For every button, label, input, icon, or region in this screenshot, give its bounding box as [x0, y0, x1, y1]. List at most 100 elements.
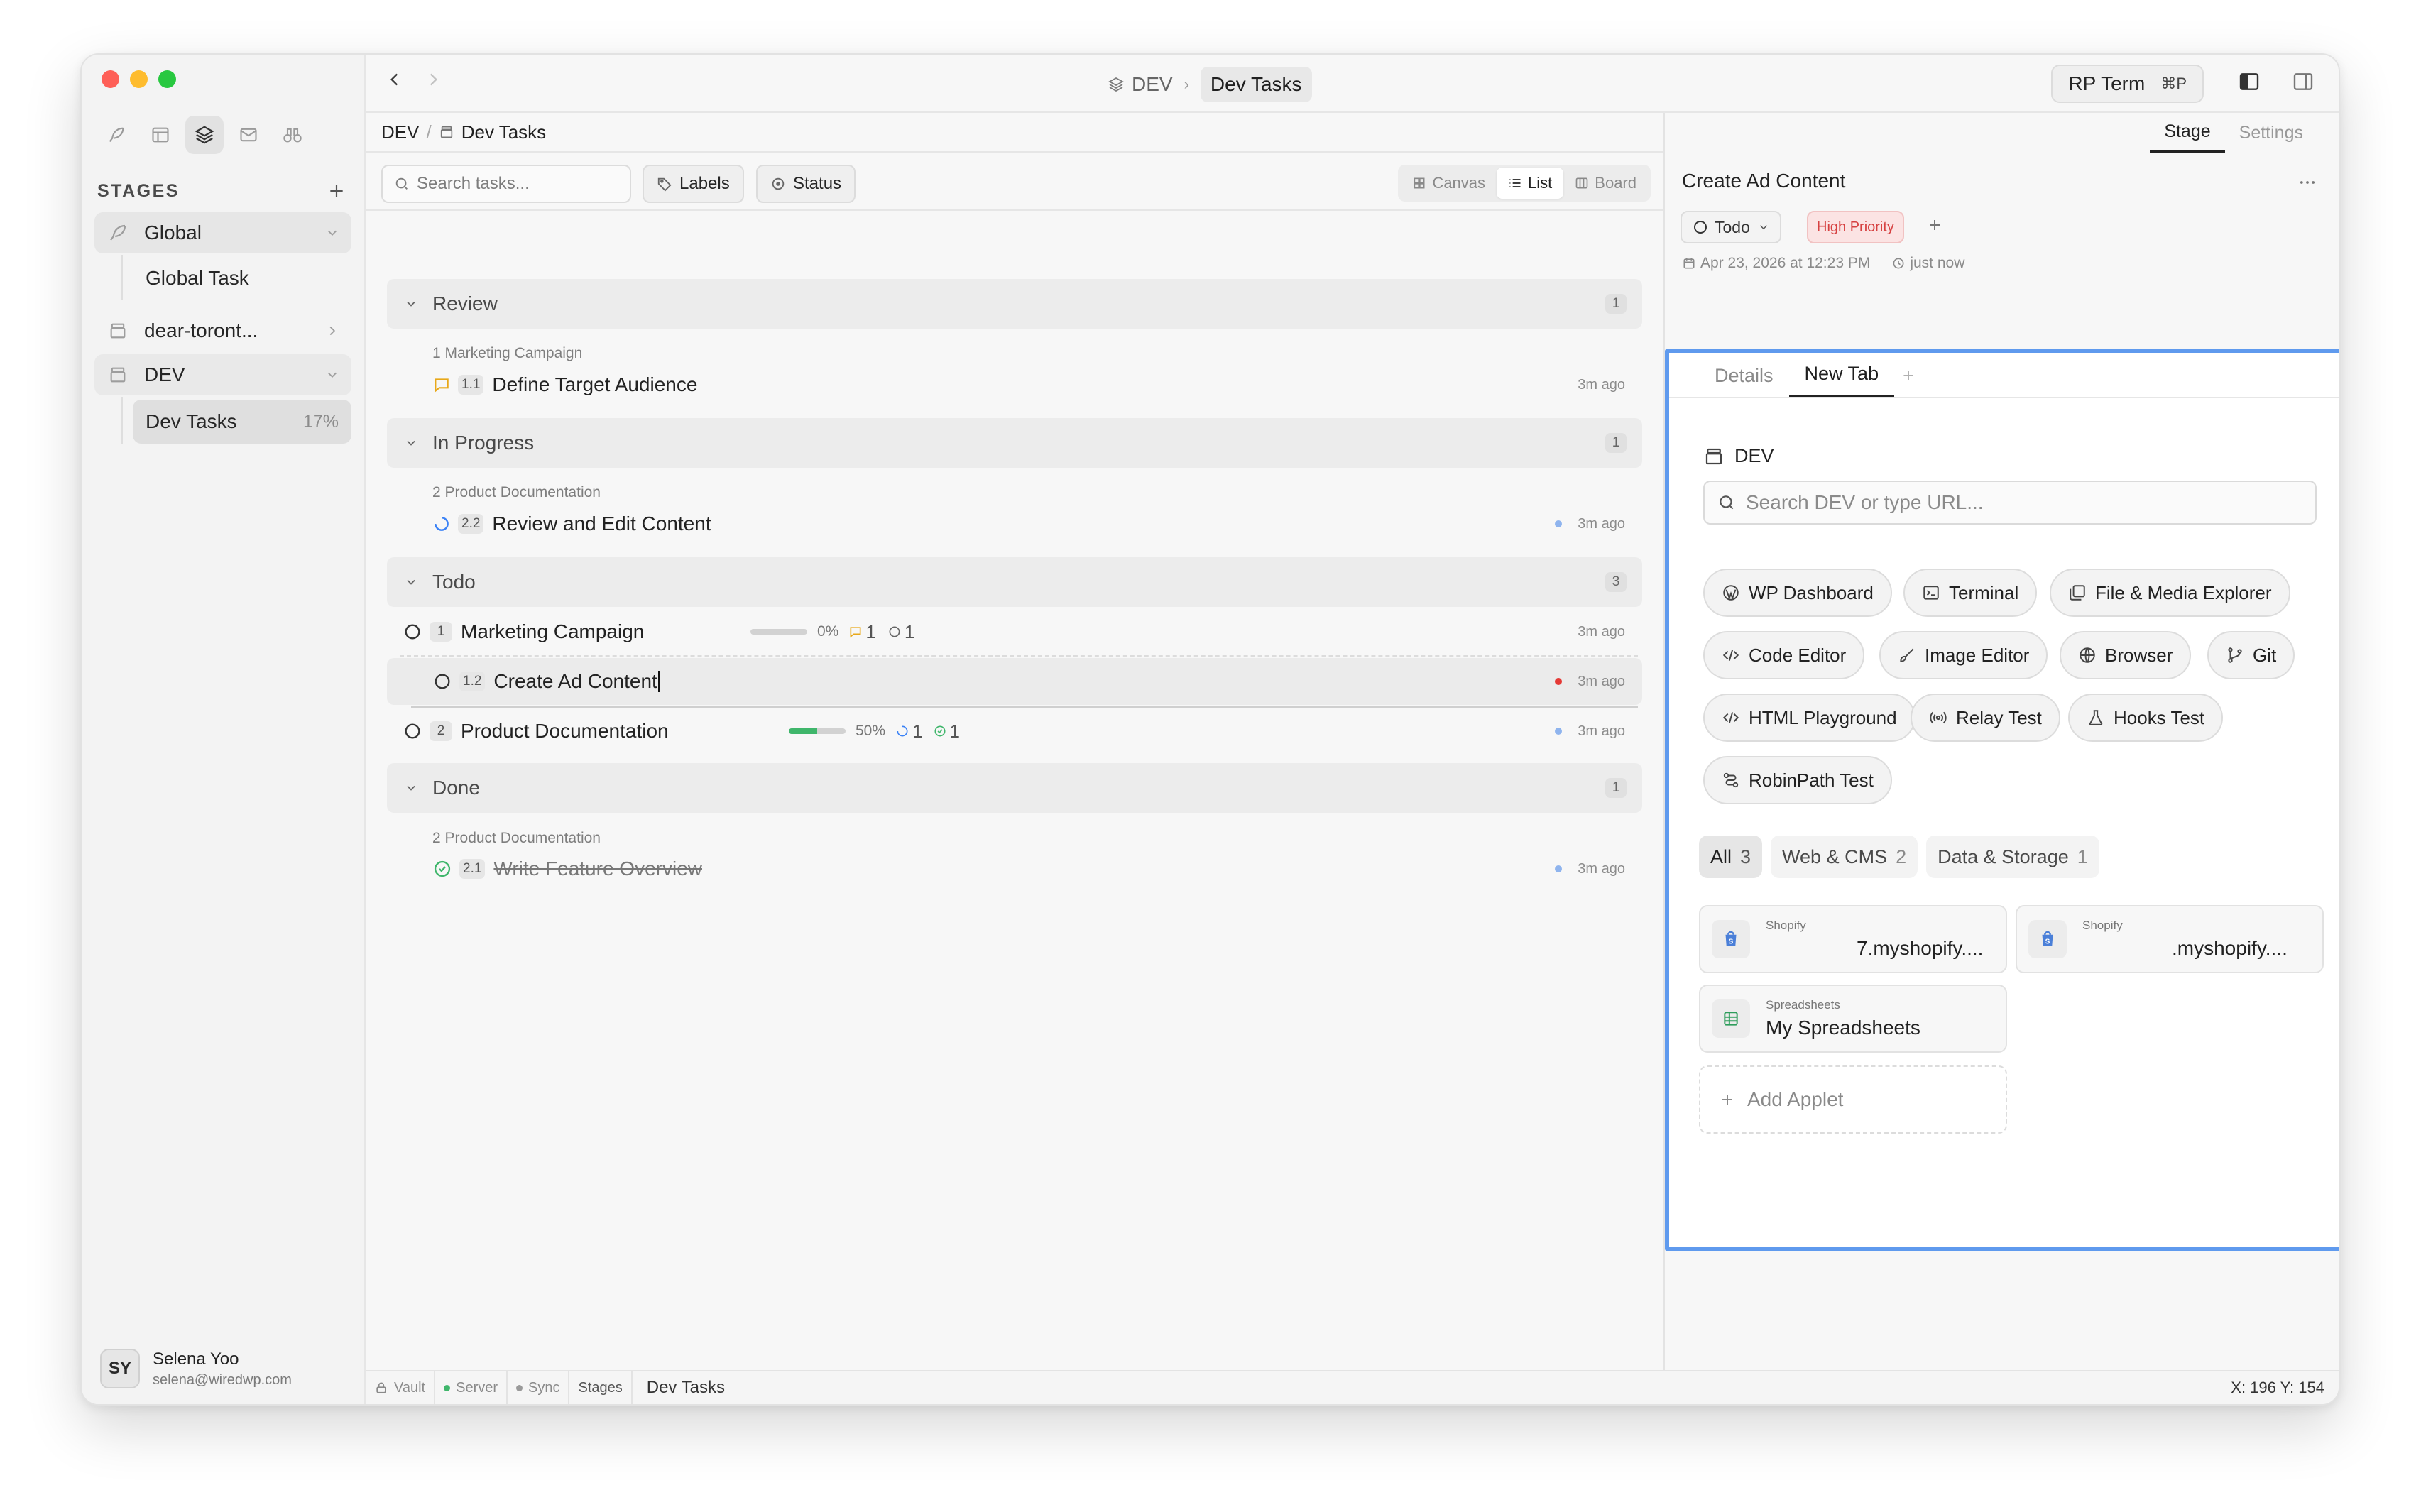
tab-settings[interactable]: Settings — [2225, 113, 2317, 153]
status-dot — [444, 1384, 451, 1391]
breadcrumb-root[interactable]: DEV — [1132, 73, 1173, 96]
sidebar-left-icon[interactable] — [2238, 70, 2261, 93]
breadcrumb-root[interactable]: DEV — [381, 121, 419, 143]
forward-icon[interactable] — [424, 70, 442, 89]
chevron-right-icon[interactable] — [324, 323, 340, 339]
view-list[interactable]: List — [1497, 168, 1564, 199]
applet-terminal[interactable]: Terminal — [1903, 569, 2038, 617]
category-all[interactable]: All 3 — [1699, 836, 1763, 878]
add-tab-button[interactable]: + — [1894, 365, 1930, 397]
sidebar-item-global[interactable]: Global — [94, 212, 351, 253]
task-title[interactable]: Review and Edit Content — [492, 513, 711, 535]
binoculars-icon[interactable] — [273, 116, 312, 154]
applet-git[interactable]: Git — [2207, 631, 2295, 679]
view-label: List — [1528, 174, 1553, 192]
feather-icon[interactable] — [97, 116, 136, 154]
todo-circle-icon[interactable] — [432, 672, 452, 691]
status-stages[interactable]: Stages — [569, 1371, 633, 1404]
add-label-icon[interactable] — [1926, 217, 1943, 234]
status-dropdown[interactable]: Todo — [1681, 211, 1781, 243]
task-detail-title[interactable]: Create Ad Content — [1682, 170, 1845, 192]
grid-icon — [1412, 176, 1426, 190]
layers-icon[interactable] — [185, 116, 224, 154]
status-server[interactable]: Server — [435, 1371, 508, 1404]
task-row[interactable]: 1.1 Define Target Audience 3m ago — [387, 361, 1642, 408]
applet-file-media-explorer[interactable]: File & Media Explorer — [2050, 569, 2290, 617]
chevron-down-icon[interactable] — [404, 575, 418, 589]
task-row[interactable]: 2.1 Write Feature Overview 3m ago — [387, 845, 1642, 892]
maximize-window-button[interactable] — [158, 70, 176, 88]
labels-button[interactable]: Labels — [643, 165, 744, 203]
task-row[interactable]: 2 Product Documentation 50% 1 1 3m ago — [387, 708, 1642, 755]
in-progress-icon[interactable] — [432, 515, 451, 533]
group-name: Review — [432, 292, 498, 314]
tab-details[interactable]: Details — [1699, 365, 1789, 397]
view-board[interactable]: Board — [1563, 168, 1648, 199]
priority-badge[interactable]: High Priority — [1807, 211, 1904, 243]
back-icon[interactable] — [386, 70, 404, 89]
add-stage-icon[interactable] — [327, 182, 346, 200]
task-title-input[interactable]: Create Ad Content — [493, 670, 657, 693]
mail-icon[interactable] — [229, 116, 268, 154]
breadcrumb-current[interactable]: Dev Tasks — [1200, 67, 1312, 102]
todo-circle-icon[interactable] — [403, 721, 422, 741]
check-circle-icon[interactable] — [432, 859, 452, 879]
close-window-button[interactable] — [102, 70, 119, 88]
applet-card-spreadsheets[interactable]: Spreadsheets My Spreadsheets — [1699, 985, 2007, 1053]
sidebar-item-dev[interactable]: DEV — [94, 354, 351, 395]
review-status-icon[interactable] — [432, 376, 451, 394]
task-title[interactable]: Product Documentation — [461, 720, 669, 743]
url-search-input[interactable]: Search DEV or type URL... — [1703, 481, 2317, 525]
layout-icon[interactable] — [141, 116, 180, 154]
avatar[interactable]: SY — [100, 1349, 140, 1388]
applet-robinpath-test[interactable]: RobinPath Test — [1703, 756, 1892, 804]
minimize-window-button[interactable] — [130, 70, 148, 88]
tab-new-tab[interactable]: New Tab — [1788, 363, 1895, 397]
task-title[interactable]: Write Feature Overview — [493, 858, 702, 880]
status-vault[interactable]: Vault — [366, 1371, 436, 1404]
chevron-down-icon[interactable] — [324, 225, 340, 241]
add-applet-button[interactable]: Add Applet — [1699, 1065, 2007, 1134]
view-canvas[interactable]: Canvas — [1401, 168, 1497, 199]
applet-browser[interactable]: Browser — [2060, 631, 2192, 679]
task-row[interactable]: 1 Marketing Campaign 0% 1 1 3m ago — [387, 608, 1642, 655]
status-button[interactable]: Status — [756, 165, 856, 203]
card-type: Spreadsheets — [1766, 998, 1840, 1012]
sidebar-item-dear-toronto[interactable]: dear-toront... — [94, 310, 351, 351]
sidebar-item-global-task[interactable]: Global Task — [133, 256, 351, 300]
sidebar-item-dev-tasks[interactable]: Dev Tasks 17% — [133, 400, 351, 444]
applet-hooks-test[interactable]: Hooks Test — [2068, 694, 2224, 742]
chevron-down-icon[interactable] — [404, 297, 418, 311]
tab-stage[interactable]: Stage — [2150, 113, 2225, 153]
time-label: 3m ago — [1578, 515, 1625, 532]
applet-card-shopify[interactable]: S Shopify .myshopify.... — [2016, 905, 2324, 973]
chevron-down-icon[interactable] — [404, 436, 418, 450]
more-icon[interactable] — [2297, 172, 2317, 192]
group-header-done[interactable]: Done 1 — [387, 763, 1642, 813]
search-input[interactable]: Search tasks... — [381, 165, 631, 203]
applet-relay-test[interactable]: Relay Test — [1911, 694, 2060, 742]
applet-image-editor[interactable]: Image Editor — [1879, 631, 2048, 679]
applet-html-playground[interactable]: HTML Playground — [1703, 694, 1916, 742]
chevron-down-icon[interactable] — [404, 781, 418, 795]
group-header-review[interactable]: Review 1 — [387, 279, 1642, 329]
applet-card-shopify[interactable]: S Shopify 7.myshopify.... — [1699, 905, 2007, 973]
rp-term-button[interactable]: RP Term ⌘P — [2051, 65, 2204, 103]
task-time: 3m ago — [1555, 516, 1625, 532]
category-data-storage[interactable]: Data & Storage 1 — [1926, 836, 2099, 878]
task-title[interactable]: Marketing Campaign — [461, 620, 644, 643]
user-profile[interactable]: SY Selena Yoo selena@wiredwp.com — [100, 1349, 292, 1388]
todo-circle-icon[interactable] — [403, 622, 422, 642]
in-progress-icon — [895, 724, 909, 738]
task-title[interactable]: Define Target Audience — [492, 373, 697, 396]
status-sync[interactable]: Sync — [508, 1371, 570, 1404]
sidebar-right-icon[interactable] — [2292, 70, 2315, 93]
group-header-in-progress[interactable]: In Progress 1 — [387, 418, 1642, 468]
chevron-down-icon[interactable] — [324, 367, 340, 383]
applet-code-editor[interactable]: Code Editor — [1703, 631, 1865, 679]
task-row-selected[interactable]: 1.2 Create Ad Content 3m ago — [387, 658, 1642, 705]
task-row[interactable]: 2.2 Review and Edit Content 3m ago — [387, 500, 1642, 547]
applet-wp-dashboard[interactable]: WP Dashboard — [1703, 569, 1892, 617]
group-header-todo[interactable]: Todo 3 — [387, 557, 1642, 607]
category-web-cms[interactable]: Web & CMS 2 — [1771, 836, 1918, 878]
